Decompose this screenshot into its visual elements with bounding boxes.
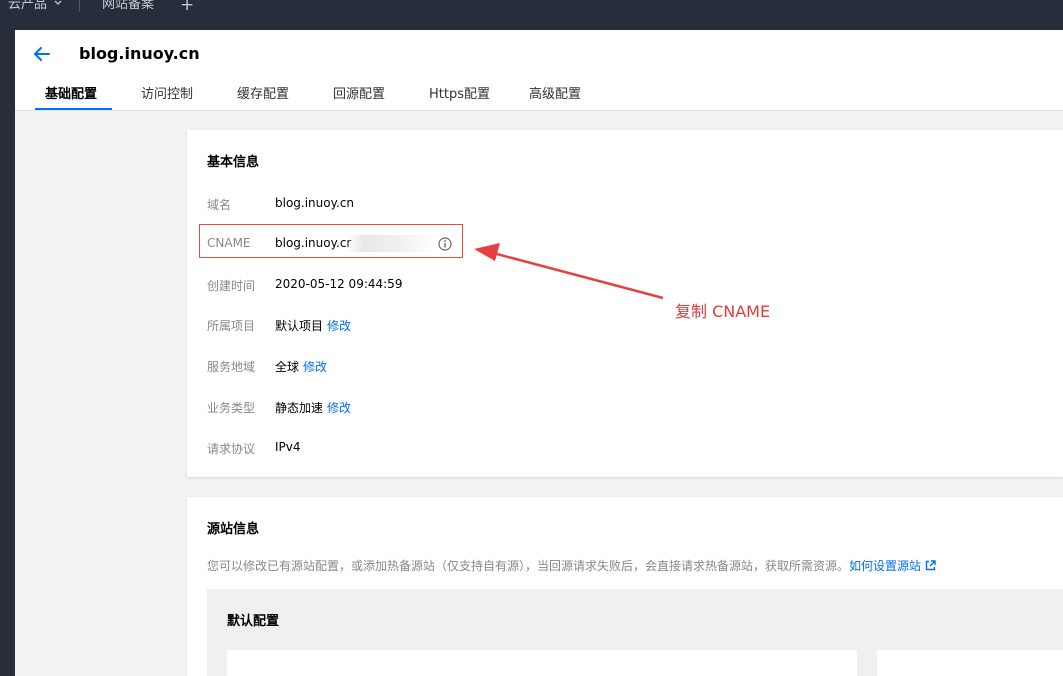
default-config-title: 默认配置: [227, 614, 280, 629]
annotation-text: 复制 CNAME: [675, 302, 771, 321]
how-to-set-origin-link[interactable]: 如何设置源站: [849, 559, 936, 573]
backup-origin-subcard: [877, 650, 1063, 676]
origin-description: 您可以修改已有源站配置，或添加热备源站（仅支持自有源），当回源请求失败后，会直接…: [207, 557, 936, 574]
main-origin-subcard: [227, 650, 857, 676]
how-to-set-origin-text: 如何设置源站: [849, 559, 922, 573]
external-link-icon: [925, 560, 936, 571]
origin-info-title: 源站信息: [207, 522, 260, 537]
origin-description-text: 您可以修改已有源站配置，或添加热备源站（仅支持自有源），当回源请求失败后，会直接…: [207, 559, 850, 573]
